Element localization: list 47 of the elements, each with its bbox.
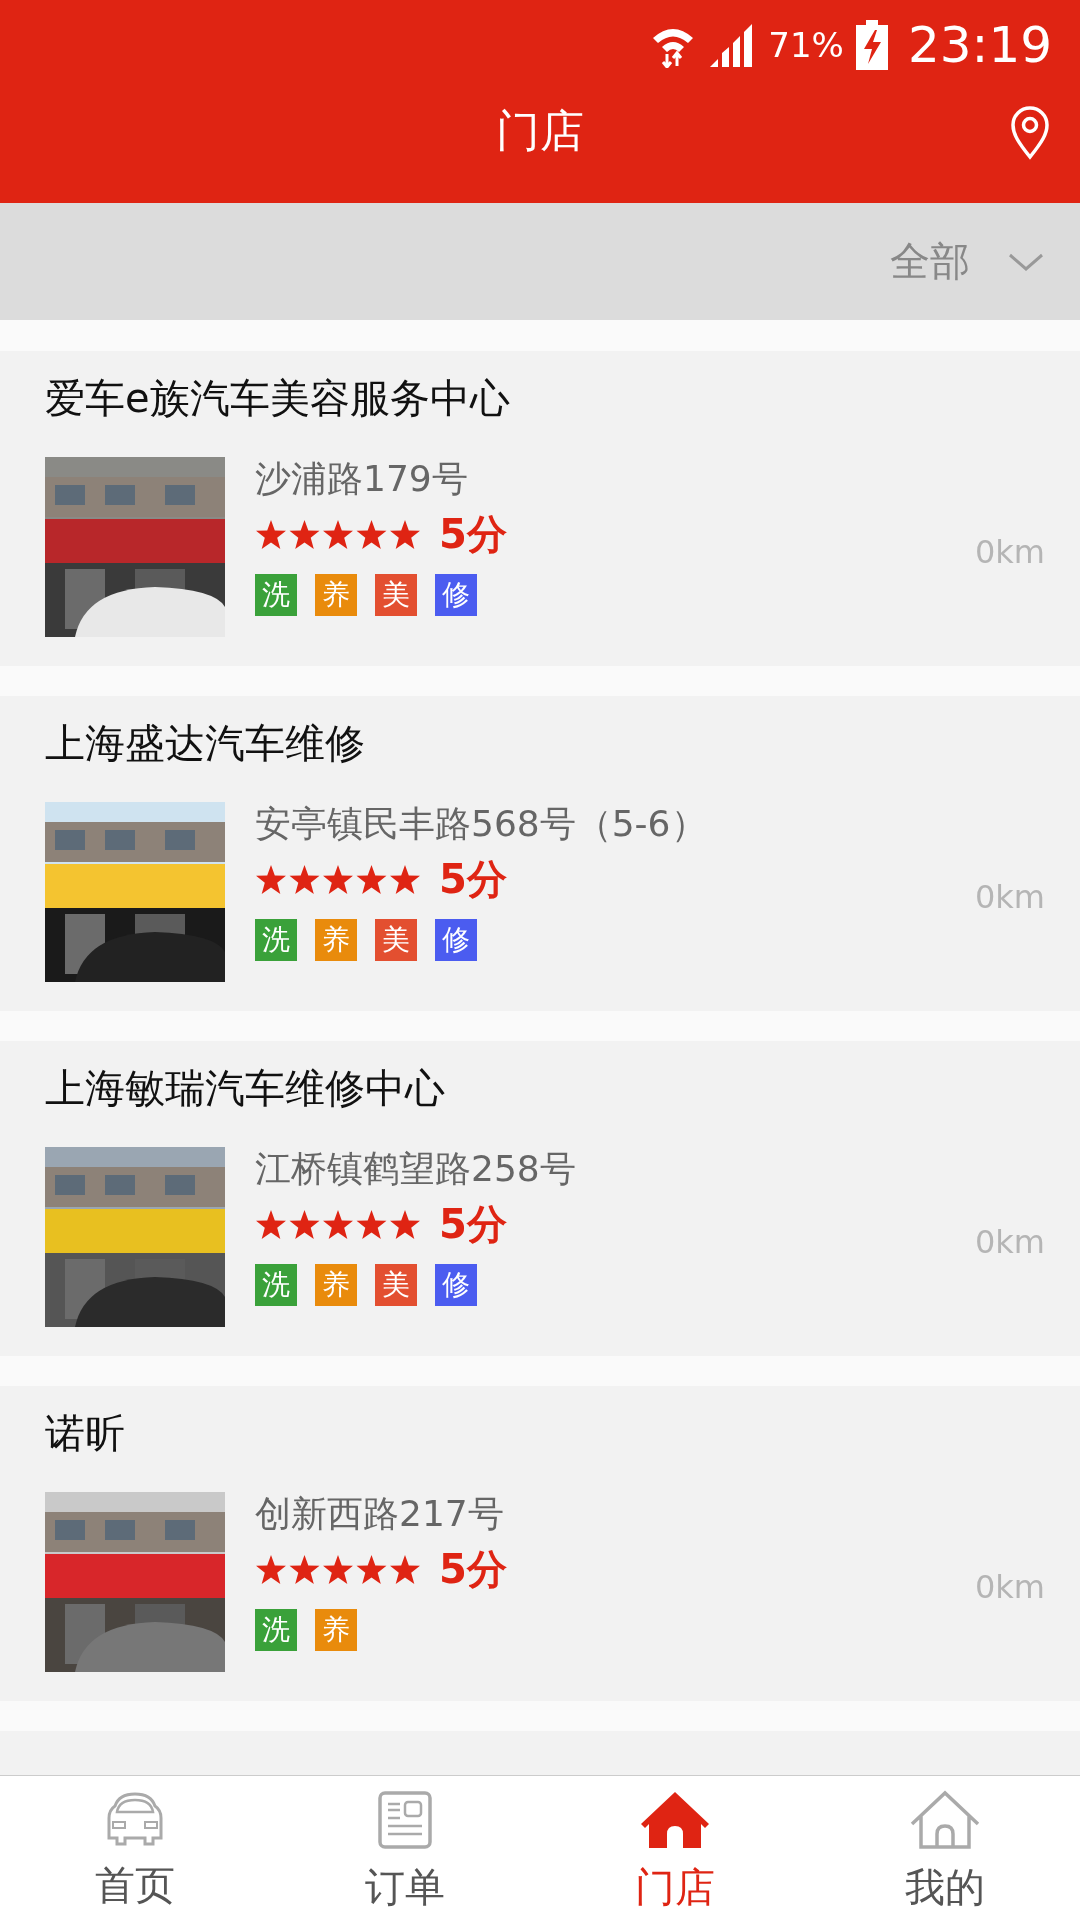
store-address: 沙浦路179号 xyxy=(255,457,469,501)
page-title: 门店 xyxy=(496,104,584,158)
store-name: 爱车e族汽车美容服务中心 xyxy=(45,374,511,423)
service-tag: 修 xyxy=(435,919,477,961)
battery-charging-icon xyxy=(855,20,888,70)
service-tag: 洗 xyxy=(255,919,297,961)
clock-time: 23:19 xyxy=(907,16,1052,74)
store-address: 创新西路217号 xyxy=(255,1492,505,1536)
location-pin-icon[interactable] xyxy=(1010,106,1050,160)
service-tag: 养 xyxy=(315,574,357,616)
store-card[interactable]: 诺昕 创新西路217号 5分 洗 养 0km xyxy=(0,1386,1080,1701)
service-tag: 修 xyxy=(435,574,477,616)
chevron-down-icon xyxy=(1008,251,1044,272)
store-card[interactable]: 爱车e族汽车美容服务中心 沙浦路179号 5分 洗 养 美 修 0km xyxy=(0,351,1080,666)
rating-score: 5分 xyxy=(439,1545,507,1594)
store-name: 诺昕 xyxy=(45,1409,126,1458)
nav-tab[interactable]: 首页 xyxy=(0,1776,270,1920)
store-address: 江桥镇鹤望路258号 xyxy=(255,1147,577,1191)
rating-score: 5分 xyxy=(439,510,507,559)
store-distance: 0km xyxy=(974,1223,1045,1261)
store-name: 上海敏瑞汽车维修中心 xyxy=(45,1064,446,1113)
store-card[interactable]: 上海敏瑞汽车维修中心 江桥镇鹤望路258号 5分 洗 养 美 修 0km xyxy=(0,1041,1080,1356)
service-tag: 修 xyxy=(435,1264,477,1306)
service-tag: 美 xyxy=(375,1264,417,1306)
store-card[interactable]: 上海盛达汽车维修 安亭镇民丰路568号（5-6） 5分 洗 养 美 修 0km xyxy=(0,696,1080,1011)
store-distance: 0km xyxy=(974,1568,1045,1606)
service-tag: 养 xyxy=(315,1264,357,1306)
nav-tab[interactable]: 门店 xyxy=(540,1776,810,1920)
nav-tab[interactable]: 我的 xyxy=(810,1776,1080,1920)
house-icon xyxy=(909,1790,981,1850)
document-icon xyxy=(377,1790,433,1850)
nav-tab[interactable]: 订单 xyxy=(270,1776,540,1920)
store-address: 安亭镇民丰路568号（5-6） xyxy=(255,802,708,846)
service-tag: 洗 xyxy=(255,1609,297,1651)
store-distance: 0km xyxy=(974,878,1045,916)
rating-score: 5分 xyxy=(439,855,507,904)
service-tag: 养 xyxy=(315,1609,357,1651)
store-name: 上海盛达汽车维修 xyxy=(45,719,366,768)
service-tag: 养 xyxy=(315,919,357,961)
service-tag: 美 xyxy=(375,919,417,961)
house-icon xyxy=(639,1790,711,1850)
battery-percent: 71% xyxy=(768,25,844,65)
service-tag: 洗 xyxy=(255,1264,297,1306)
service-tag: 洗 xyxy=(255,574,297,616)
service-tag: 美 xyxy=(375,574,417,616)
rating-score: 5分 xyxy=(439,1200,507,1249)
store-distance: 0km xyxy=(974,533,1045,571)
